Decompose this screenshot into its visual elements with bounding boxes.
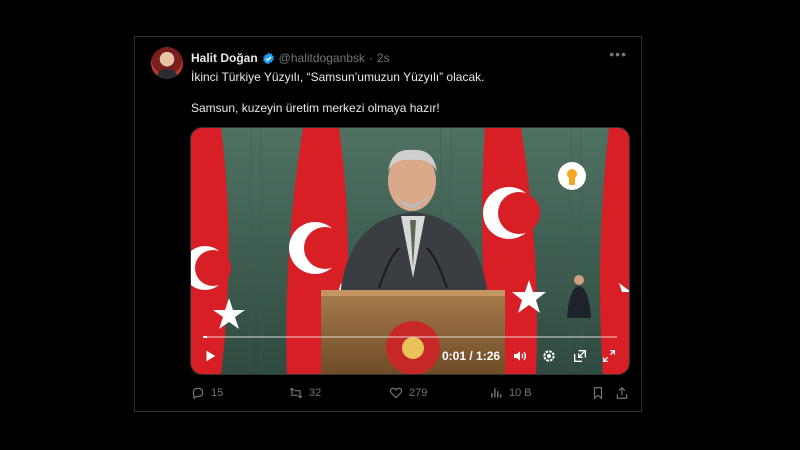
retweet-button[interactable]: 32	[289, 386, 321, 400]
play-icon[interactable]	[203, 348, 217, 364]
like-icon	[389, 387, 403, 399]
tweet-actions: 15 32 279 10 B	[191, 386, 628, 404]
tweet-text: İkinci Türkiye Yüzyılı, “Samsun’umuzun Y…	[191, 69, 631, 116]
volume-icon[interactable]	[512, 348, 528, 364]
views-icon	[491, 388, 502, 398]
video-progress-bar[interactable]	[203, 336, 617, 338]
tweet-time[interactable]: 2s	[377, 51, 390, 65]
avatar[interactable]	[151, 47, 183, 79]
bookmark-button[interactable]	[591, 386, 605, 400]
reply-button[interactable]: 15	[191, 386, 223, 400]
share-icon	[616, 386, 628, 399]
pip-icon[interactable]	[572, 348, 588, 364]
share-button[interactable]	[615, 386, 629, 400]
bookmark-icon	[593, 387, 603, 400]
views-button[interactable]: 10 B	[489, 386, 532, 400]
settings-icon[interactable]	[541, 348, 557, 364]
retweet-icon	[289, 387, 303, 399]
like-button[interactable]: 279	[389, 386, 427, 400]
more-icon[interactable]: •••	[609, 46, 627, 62]
video-player[interactable]: 0:01 / 1:26	[190, 127, 630, 375]
party-logo	[558, 162, 586, 190]
retweet-count: 32	[309, 387, 322, 399]
author-name[interactable]: Halit Doğan	[191, 51, 258, 65]
like-count: 279	[409, 387, 428, 399]
reply-icon	[192, 387, 204, 400]
verified-badge-icon	[262, 52, 274, 64]
views-count: 10 B	[509, 387, 532, 399]
fullscreen-icon[interactable]	[601, 348, 617, 364]
video-timecode: 0:01 / 1:26	[442, 349, 501, 363]
video-progress-fill	[203, 336, 208, 338]
author-handle[interactable]: @halitdoganbsk	[279, 51, 365, 65]
separator-dot: ·	[368, 51, 373, 65]
reply-count: 15	[211, 387, 224, 399]
tweet-header: Halit Doğan @halitdoganbsk · 2s	[191, 49, 629, 67]
video-controls: 0:01 / 1:26	[191, 324, 629, 374]
tweet-card[interactable]: Halit Doğan @halitdoganbsk · 2s ••• İkin…	[134, 36, 642, 412]
tweet-text-line: İkinci Türkiye Yüzyılı, “Samsun’umuzun Y…	[191, 70, 485, 84]
tweet-text-line: Samsun, kuzeyin üretim merkezi olmaya ha…	[191, 101, 440, 115]
